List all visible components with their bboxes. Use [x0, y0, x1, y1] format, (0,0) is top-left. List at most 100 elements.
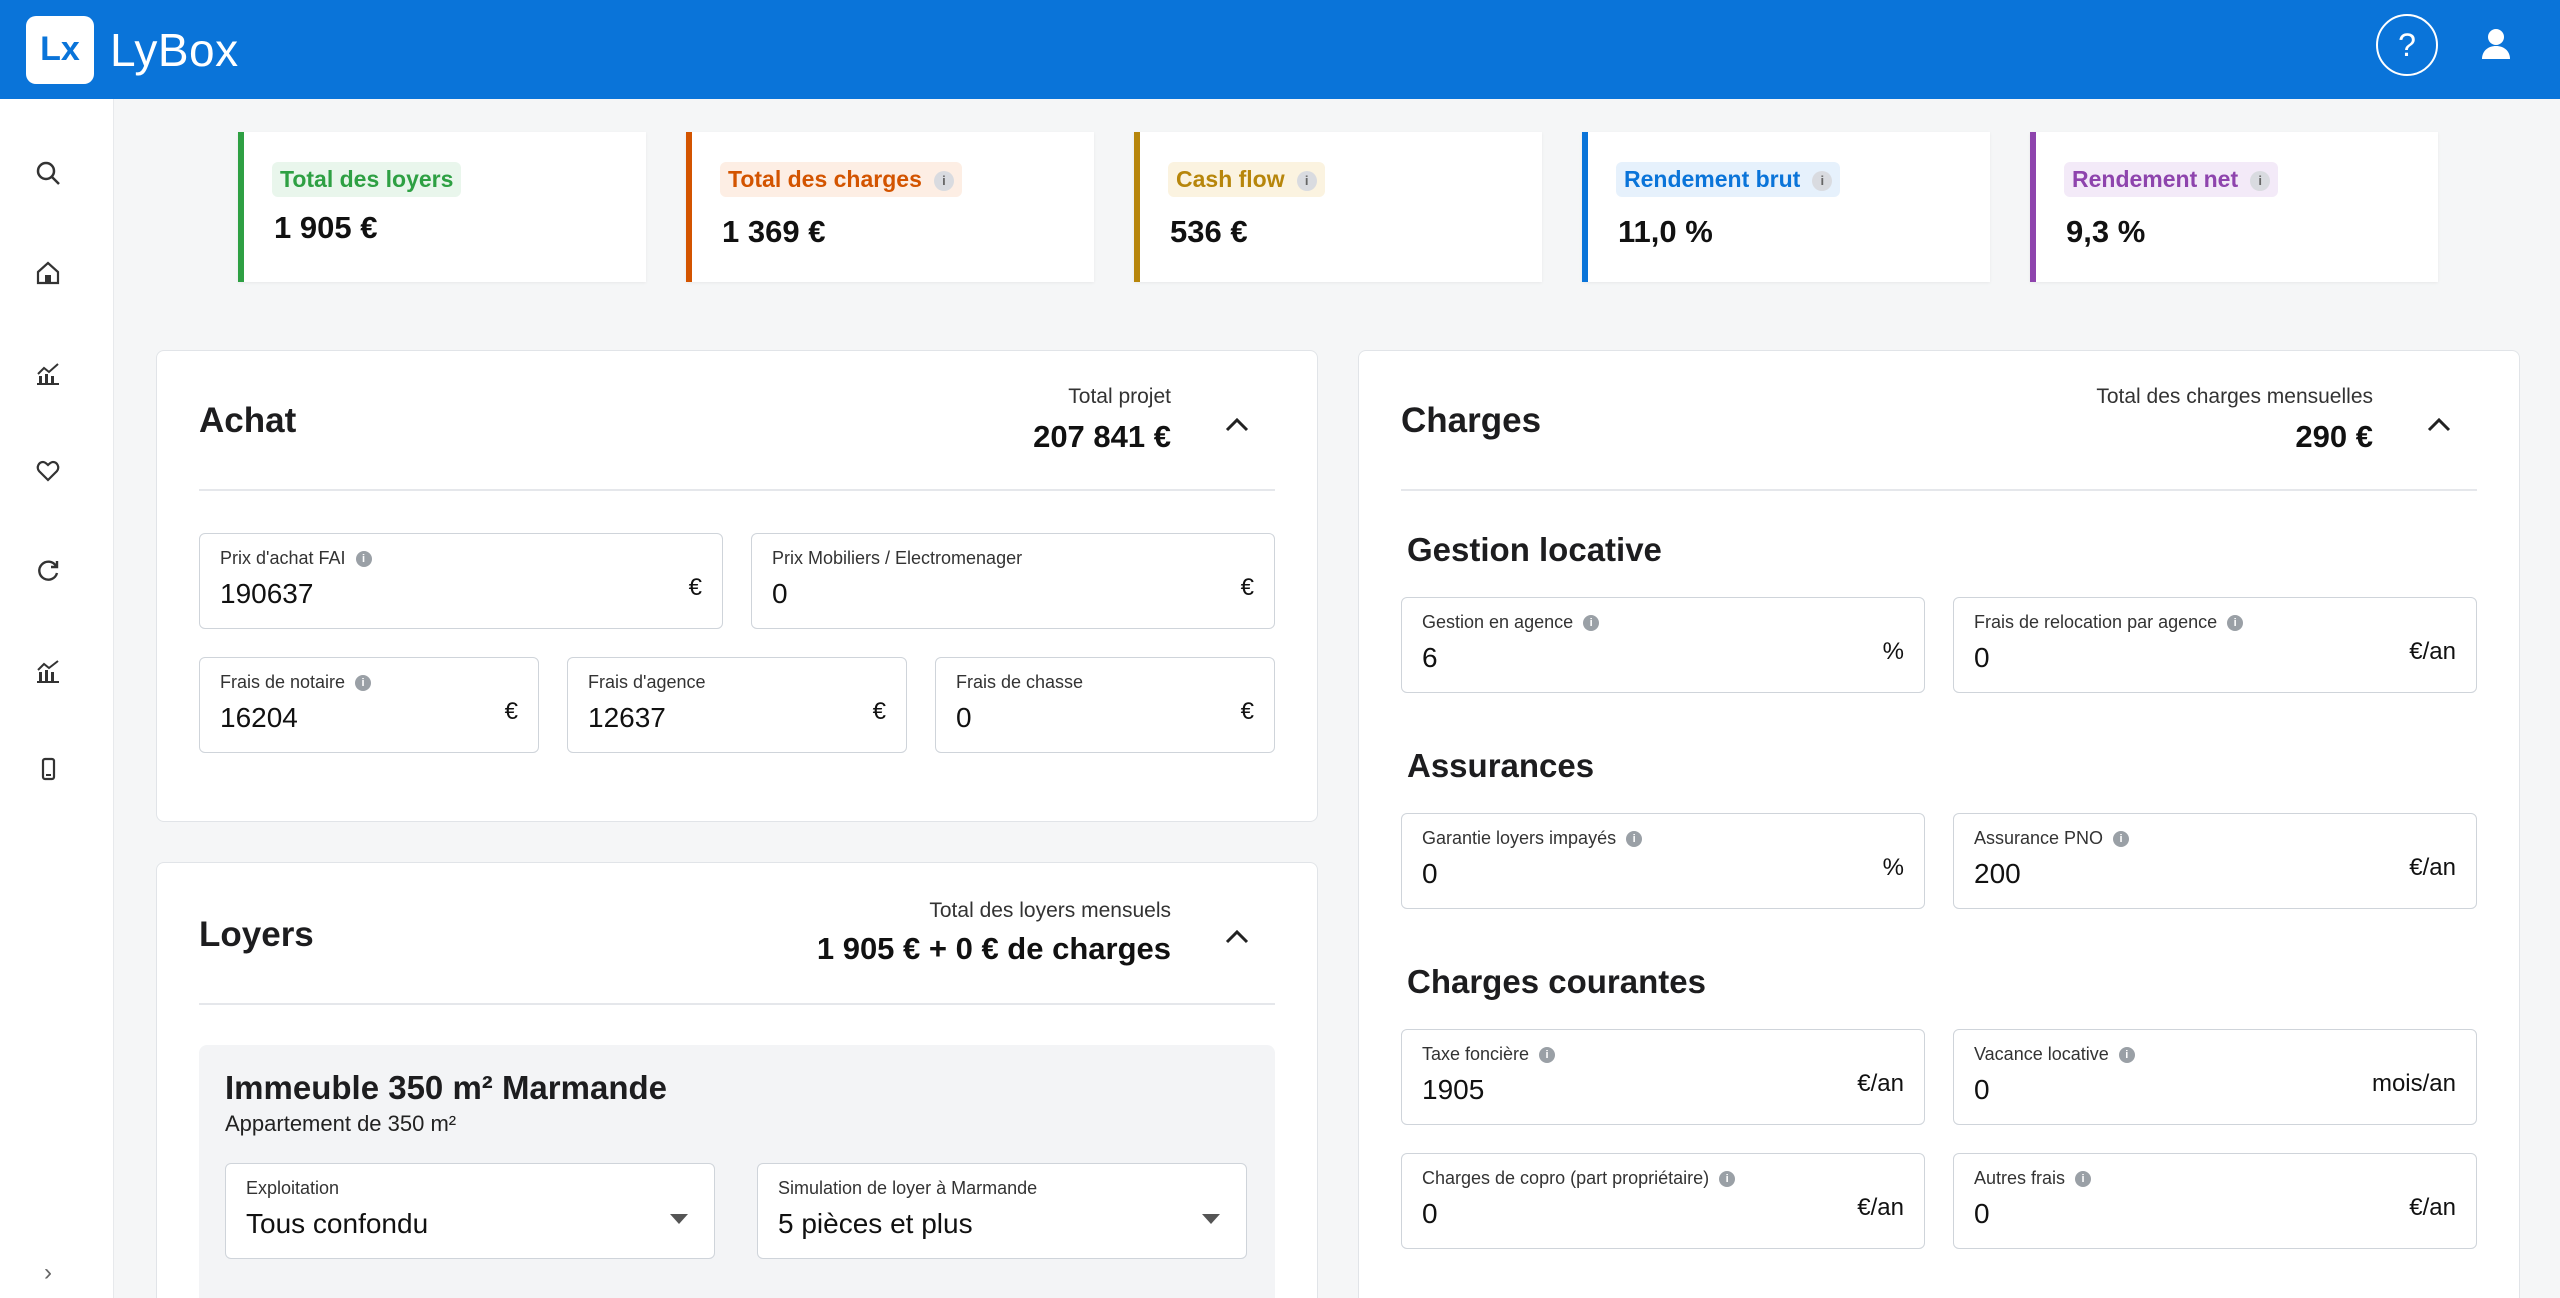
total-charges-label: Total des charges mensuelles [2096, 385, 2373, 408]
sidebar: › [0, 99, 114, 1298]
charges-panel: Charges Total des charges mensuelles 290… [1358, 350, 2520, 1298]
collapse-chevron-icon[interactable] [1221, 921, 1253, 953]
top-bar: Lx LyBox ? [0, 0, 2560, 99]
kpi-rendement-brut: Rendement brut i 11,0 % [1582, 132, 1990, 282]
frais-chasse-field[interactable]: Frais de chasse 0 € [935, 657, 1275, 753]
info-icon[interactable]: i [355, 674, 372, 691]
info-icon[interactable]: i [2118, 1046, 2135, 1063]
total-loyers-value: 1 905 € + 0 € de charges [816, 931, 1171, 966]
info-icon[interactable]: i [1626, 830, 1643, 847]
kpi-value: 1 369 € [722, 214, 826, 249]
prix-achat-field[interactable]: Prix d'achat FAI i 190637 € [199, 533, 723, 629]
info-icon[interactable]: i [1583, 614, 1600, 631]
info-icon[interactable]: i [1539, 1046, 1556, 1063]
field-unit: €/an [2409, 1194, 2456, 1221]
help-button[interactable]: ? [2376, 14, 2438, 76]
info-icon[interactable]: i [1719, 1170, 1736, 1187]
kpi-label: Cash flow i [1168, 162, 1325, 197]
loyers-title: Loyers [199, 915, 314, 954]
simulation-select[interactable]: Simulation de loyer à Marmande 5 pièces … [757, 1163, 1247, 1259]
logo-mark: Lx [26, 15, 94, 84]
property-title: Immeuble 350 m² Marmande [225, 1069, 667, 1106]
field-value: 1905 [1422, 1074, 1485, 1105]
field-value: 0 [956, 702, 972, 733]
field-unit: % [1882, 638, 1904, 665]
section-gestion-locative: Gestion locative [1407, 531, 1662, 568]
charges-title: Charges [1401, 401, 1542, 440]
field-value: 0 [1974, 1198, 1990, 1229]
charges-copro-field[interactable]: Charges de copro (part propriétaire) i 0 … [1401, 1153, 1925, 1249]
field-unit: €/an [2409, 638, 2456, 665]
field-unit: € [872, 698, 886, 725]
info-icon[interactable]: i [2113, 830, 2130, 847]
search-icon[interactable] [30, 155, 66, 191]
info-icon[interactable]: i [2227, 614, 2244, 631]
mobile-icon[interactable] [30, 751, 66, 787]
select-value: 5 pièces et plus [778, 1208, 973, 1239]
achat-title: Achat [199, 401, 297, 440]
total-projet-label: Total projet [1068, 385, 1171, 408]
select-value: Tous confondu [246, 1208, 429, 1239]
field-unit: € [1240, 698, 1254, 725]
analytics-icon[interactable] [30, 653, 66, 689]
gestion-agence-field[interactable]: Gestion en agence i 6 % [1401, 597, 1925, 693]
field-value: 16204 [220, 702, 298, 733]
kpi-rendement-net: Rendement net i 9,3 % [2030, 132, 2438, 282]
field-unit: mois/an [2371, 1070, 2456, 1097]
info-icon[interactable]: i [2250, 170, 2271, 191]
field-unit: €/an [2409, 854, 2456, 881]
info-icon[interactable]: i [1296, 170, 1317, 191]
vacance-locative-field[interactable]: Vacance locative i 0 mois/an [1953, 1029, 2477, 1125]
info-icon[interactable]: i [355, 550, 372, 567]
divider [1401, 489, 2477, 491]
divider [199, 1003, 1275, 1005]
kpi-value: 11,0 % [1618, 214, 1713, 249]
kpi-label: Rendement brut i [1616, 162, 1841, 197]
exploitation-select[interactable]: Exploitation Tous confondu [225, 1163, 715, 1259]
field-unit: % [1882, 854, 1904, 881]
kpi-value: 1 905 € [274, 210, 378, 245]
field-value: 0 [1422, 858, 1438, 889]
property-subtitle: Appartement de 350 m² [225, 1111, 457, 1136]
heart-icon[interactable] [30, 453, 66, 489]
property-card: Immeuble 350 m² Marmande Appartement de … [199, 1045, 1275, 1298]
frais-notaire-field[interactable]: Frais de notaire i 16204 € [199, 657, 539, 753]
field-value: 0 [1974, 642, 1990, 673]
field-unit: €/an [1857, 1194, 1904, 1221]
field-value: 0 [772, 578, 788, 609]
brand-name: LyBox [110, 23, 239, 76]
achat-panel: Achat Total projet 207 841 € Prix d'acha… [156, 350, 1318, 822]
field-unit: €/an [1857, 1070, 1904, 1097]
section-charges-courantes: Charges courantes [1407, 963, 1706, 1000]
kpi-cash-flow: Cash flow i 536 € [1134, 132, 1542, 282]
home-icon[interactable] [30, 255, 66, 291]
collapse-chevron-icon[interactable] [2423, 409, 2455, 441]
kpi-value: 536 € [1170, 214, 1248, 249]
field-value: 6 [1422, 642, 1438, 673]
field-value: 190637 [220, 578, 314, 609]
kpi-label: Rendement net i [2064, 162, 2279, 197]
info-icon[interactable]: i [933, 170, 954, 191]
user-icon[interactable] [2474, 22, 2518, 66]
prix-mobiliers-field[interactable]: Prix Mobiliers / Electromenager 0 € [751, 533, 1275, 629]
chart-icon[interactable] [30, 355, 66, 391]
info-icon[interactable]: i [1812, 170, 1833, 191]
collapse-chevron-icon[interactable] [1221, 409, 1253, 441]
taxe-fonciere-field[interactable]: Taxe foncière i 1905 €/an [1401, 1029, 1925, 1125]
logo[interactable]: Lx LyBox [26, 15, 239, 84]
section-assurances: Assurances [1407, 747, 1595, 784]
field-value: 0 [1974, 1074, 1990, 1105]
frais-agence-field[interactable]: Frais d'agence 12637 € [567, 657, 907, 753]
info-icon[interactable]: i [2075, 1170, 2092, 1187]
total-loyers-label: Total des loyers mensuels [929, 899, 1171, 922]
expand-sidebar-button[interactable]: › [30, 1255, 66, 1291]
assurance-pno-field[interactable]: Assurance PNO i 200 €/an [1953, 813, 2477, 909]
autres-frais-field[interactable]: Autres frais i 0 €/an [1953, 1153, 2477, 1249]
garantie-loyers-field[interactable]: Garantie loyers impayés i 0 % [1401, 813, 1925, 909]
kpi-value: 9,3 % [2066, 214, 2146, 249]
field-unit: € [1240, 574, 1254, 601]
field-unit: € [504, 698, 518, 725]
frais-relocation-field[interactable]: Frais de relocation par agence i 0 €/an [1953, 597, 2477, 693]
divider [199, 489, 1275, 491]
refresh-icon[interactable] [30, 553, 66, 589]
